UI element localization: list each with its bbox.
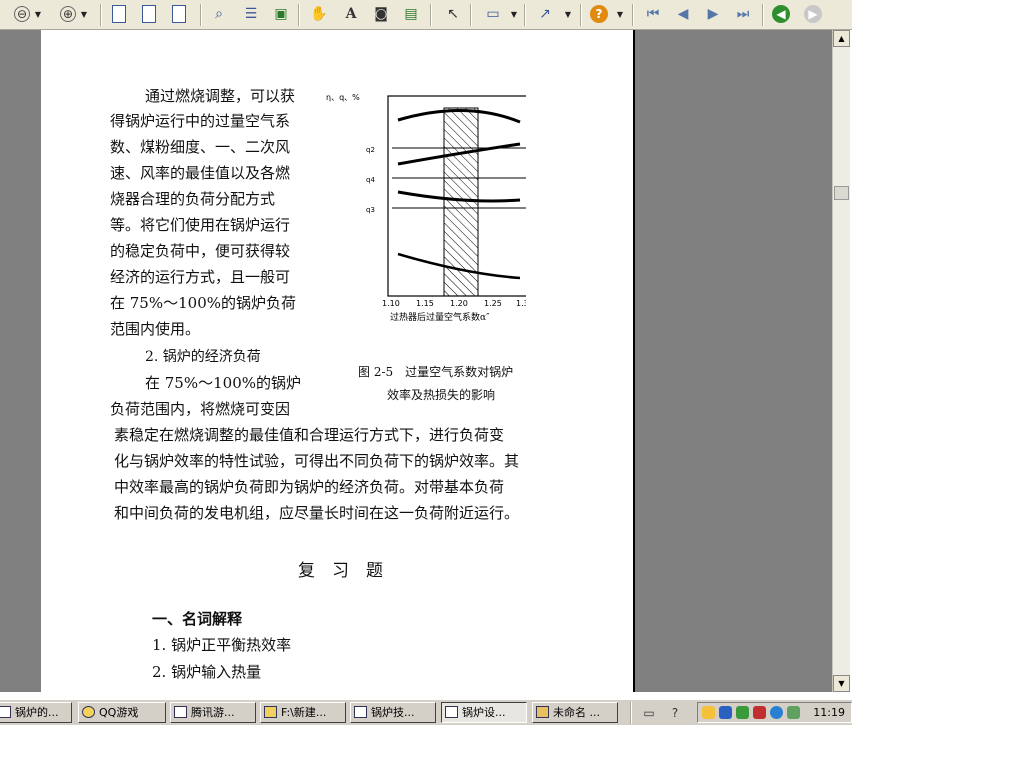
snapshot-camera-icon[interactable]: ◙ — [370, 3, 392, 25]
figure-x-tick: 1.15 — [416, 299, 434, 308]
help-dropdown-icon[interactable]: ▼ — [614, 3, 626, 25]
scroll-down-icon[interactable]: ▼ — [833, 675, 850, 692]
figure-y-tick: q4 — [366, 176, 375, 184]
taskbar-task[interactable]: F:\新建... — [260, 702, 346, 723]
ie-browser-icon[interactable] — [770, 706, 783, 719]
paragraph-line: 等。将它们使用在锅炉运行 — [110, 216, 291, 234]
first-page-icon[interactable]: ⏮ — [642, 3, 664, 25]
network-icon[interactable] — [736, 706, 749, 719]
question-icon[interactable]: ? — [664, 702, 686, 724]
annotation-icon[interactable]: ▭ — [482, 3, 504, 25]
show-desktop-icon[interactable]: ▭ — [638, 702, 660, 724]
paragraph-line: 在 75%～100%的锅炉负荷 — [110, 294, 296, 312]
efficiency-loss-figure: η、q、% q2 q4 q3 1.10 1.15 1.20 1.25 1.30 — [326, 93, 526, 323]
section-line: 中效率最高的锅炉负荷即为锅炉的经济负荷。对带基本负荷 — [114, 478, 505, 496]
figure-caption-line: 效率及热损失的影响 — [387, 388, 496, 402]
figure-x-axis-label: 过热器后过量空气系数α″ — [390, 311, 490, 323]
zoom-in-dropdown-icon[interactable]: ▼ — [78, 3, 90, 25]
paragraph-line: 经济的运行方式，且一般可 — [110, 268, 291, 286]
antivirus-icon[interactable] — [753, 706, 766, 719]
taskbar-task[interactable]: 锅炉的... — [0, 702, 72, 723]
qq-tray-icon[interactable] — [702, 706, 715, 719]
section-heading: 2. 锅炉的经济负荷 — [145, 349, 261, 365]
taskbar-task-active[interactable]: 锅炉设... — [441, 702, 527, 723]
document-editor-icon — [445, 706, 458, 718]
system-clock: 11:19 — [813, 706, 845, 719]
paragraph-line: 数、煤粉细度、一、二次风 — [110, 138, 291, 156]
thumbnail-icon[interactable]: ▣ — [270, 3, 292, 25]
review-subtitle: 一、名词解释 — [152, 610, 243, 628]
find-icon[interactable]: ⌕ — [208, 3, 230, 25]
vertical-scrollbar[interactable]: ▲ ▼ — [832, 30, 850, 692]
section-line: 负荷范围内，将燃烧可变因 — [110, 400, 291, 418]
security-shield-icon[interactable] — [719, 706, 732, 719]
paragraph-line: 速、风率的最佳值以及各燃 — [110, 164, 291, 182]
section-line: 素稳定在燃烧调整的最佳值和合理运行方式下，进行负荷变 — [114, 426, 505, 444]
section-line: 化与锅炉效率的特性试验，可得出不同负荷下的锅炉效率。其 — [114, 452, 520, 470]
system-tray: 11:19 — [697, 702, 852, 723]
paragraph-line: 范围内使用。 — [110, 320, 201, 338]
browser-window-icon — [174, 706, 187, 718]
paragraph-line: 烧器合理的负荷分配方式 — [110, 190, 276, 208]
single-page-icon[interactable] — [112, 5, 126, 23]
document-viewport[interactable]: 通过燃烧调整，可以获 得锅炉运行中的过量空气系 数、煤粉细度、一、二次风 速、风… — [0, 30, 832, 692]
figure-x-tick: 1.30 — [516, 299, 526, 308]
figure-x-tick: 1.10 — [382, 299, 400, 308]
section-line: 和中间负荷的发电机组，应尽量长时间在这一负荷附近运行。 — [114, 504, 520, 522]
go-back-icon[interactable]: ◀ — [772, 5, 790, 23]
go-forward-icon[interactable]: ▶ — [804, 5, 822, 23]
scroll-thumb[interactable] — [834, 186, 849, 200]
zoom-out-dropdown-icon[interactable]: ▼ — [32, 3, 44, 25]
taskbar-task[interactable]: 未命名 ... — [532, 702, 618, 723]
link-dropdown-icon[interactable]: ▼ — [562, 3, 574, 25]
bookmark-panel-icon[interactable]: ☰ — [240, 3, 262, 25]
help-icon[interactable]: ? — [590, 5, 608, 23]
figure-x-tick: 1.20 — [450, 299, 468, 308]
taskbar-task[interactable]: QQ游戏 — [78, 702, 166, 723]
section-line: 在 75%～100%的锅炉 — [145, 374, 301, 392]
next-page-icon[interactable]: ▶ — [702, 3, 724, 25]
zoom-out-icon[interactable]: ⊖ — [14, 6, 30, 22]
zoom-in-icon[interactable]: ⊕ — [60, 6, 76, 22]
folder-icon — [264, 706, 277, 718]
figure-x-tick: 1.25 — [484, 299, 502, 308]
select-arrow-icon[interactable]: ↖ — [442, 3, 464, 25]
paragraph-line: 通过燃烧调整，可以获 — [145, 87, 296, 105]
figure-y-axis-label: η、q、% — [326, 93, 360, 102]
scroll-up-icon[interactable]: ▲ — [833, 30, 850, 47]
windows-taskbar: 锅炉的... QQ游戏 腾讯游... F:\新建... 锅炉技... 锅炉设..… — [0, 699, 852, 725]
facing-page-icon[interactable] — [172, 5, 186, 23]
document-editor-icon — [354, 706, 367, 718]
pdf-toolbar: ⊖ ▼ ⊕ ▼ ⌕ ☰ ▣ ✋ A ◙ ▤ ↖ ▭ ▼ ↗ ▼ ? ▼ ⏮ ◀ … — [0, 0, 852, 30]
link-arrow-icon[interactable]: ↗ — [534, 3, 556, 25]
paragraph-line: 的稳定负荷中，便可获得较 — [110, 242, 291, 260]
paragraph-line: 得锅炉运行中的过量空气系 — [110, 112, 291, 130]
figure-y-tick: q2 — [366, 146, 375, 154]
figure-y-tick: q3 — [366, 206, 375, 214]
review-item: 2. 锅炉输入热量 — [152, 663, 262, 681]
window-icon — [0, 706, 11, 718]
review-title: 复 习 题 — [298, 561, 383, 581]
taskbar-task[interactable]: 锅炉技... — [350, 702, 436, 723]
qq-game-icon — [82, 706, 95, 718]
review-item: 1. 锅炉正平衡热效率 — [152, 636, 292, 654]
volume-icon[interactable] — [787, 706, 800, 719]
taskbar-task[interactable]: 腾讯游... — [170, 702, 256, 723]
paint-icon — [536, 706, 549, 718]
previous-page-icon[interactable]: ◀ — [672, 3, 694, 25]
figure-caption-line: 图 2-5 过量空气系数对锅炉 — [358, 365, 514, 379]
document-page: 通过燃烧调整，可以获 得锅炉运行中的过量空气系 数、煤粉细度、一、二次风 速、风… — [41, 30, 635, 692]
annotation-dropdown-icon[interactable]: ▼ — [508, 3, 520, 25]
last-page-icon[interactable]: ⏭ — [732, 3, 754, 25]
hand-tool-icon[interactable]: ✋ — [308, 3, 330, 25]
image-select-icon[interactable]: ▤ — [400, 3, 422, 25]
text-select-icon[interactable]: A — [340, 3, 362, 25]
continuous-page-icon[interactable] — [142, 5, 156, 23]
